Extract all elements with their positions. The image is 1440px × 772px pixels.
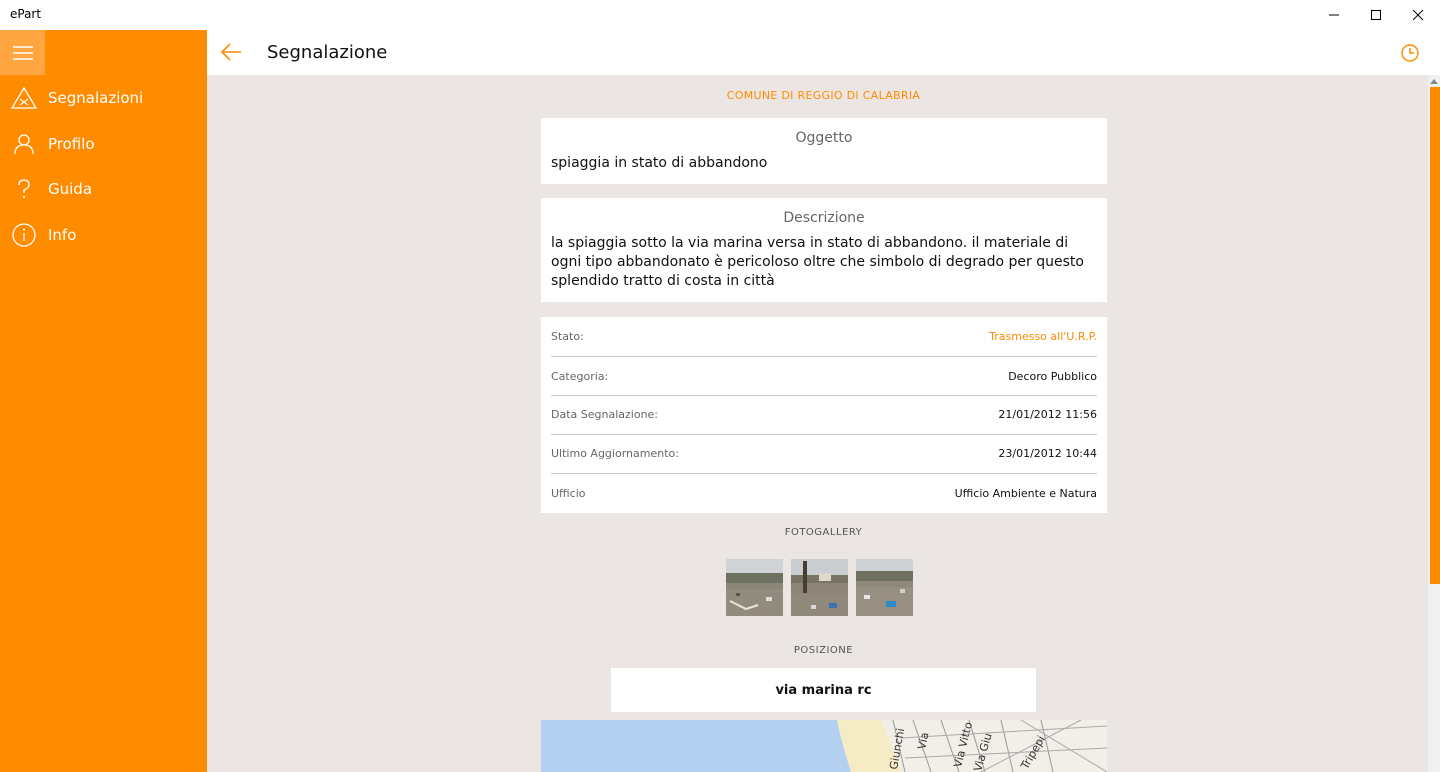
detail-value: 21/01/2012 11:56: [998, 408, 1097, 421]
app-title: ePart: [10, 7, 42, 21]
minimize-icon: [1329, 14, 1339, 16]
hamburger-icon: [12, 45, 33, 60]
subject-text: spiaggia in stato di abbandono: [551, 155, 768, 171]
minimize-button[interactable]: [1312, 0, 1356, 30]
warning-icon: [0, 76, 48, 120]
page-header: Segnalazione: [207, 30, 1440, 75]
sidebar-item-profilo[interactable]: Profilo: [0, 122, 207, 166]
detail-row-categoria: Categoria: Decoro Pubblico: [551, 357, 1097, 396]
subject-card: Oggetto spiaggia in stato di abbandono: [541, 118, 1107, 184]
maximize-button[interactable]: [1354, 0, 1398, 30]
municipality-label: COMUNE DI REGGIO DI CALABRIA: [726, 89, 921, 102]
location-map[interactable]: Giunchi Via Via Vitto Via Giu Tripepi: [541, 720, 1107, 772]
details-card: Stato: Trasmesso all'U.R.P. Categoria: D…: [541, 317, 1107, 513]
title-bar: ePart: [0, 0, 1440, 30]
description-card: Descrizione la spiaggia sotto la via mar…: [541, 198, 1107, 302]
detail-label: Categoria:: [551, 370, 609, 383]
history-button[interactable]: [1397, 40, 1423, 66]
description-text: la spiaggia sotto la via marina versa in…: [551, 235, 1084, 289]
gallery-photo-2[interactable]: [791, 559, 848, 616]
sidebar-item-label: Segnalazioni: [48, 89, 144, 107]
content-scrollbar[interactable]: [1428, 75, 1440, 772]
detail-label: Stato:: [551, 330, 584, 343]
hamburger-menu-button[interactable]: [0, 30, 45, 75]
detail-label: Data Segnalazione:: [551, 408, 659, 421]
gallery-label: FOTOGALLERY: [784, 527, 863, 538]
detail-value: Decoro Pubblico: [1008, 370, 1097, 383]
sidebar-item-guida[interactable]: Guida: [0, 167, 207, 211]
detail-value: Ufficio Ambiente e Natura: [954, 487, 1097, 500]
page-title: Segnalazione: [267, 42, 388, 63]
detail-row-ultimo-aggiornamento: Ultimo Aggiornamento: 23/01/2012 10:44: [551, 434, 1097, 473]
sidebar: Segnalazioni Profilo Guida Info: [0, 30, 207, 772]
person-icon: [0, 122, 48, 166]
back-button[interactable]: [215, 36, 247, 68]
position-label: POSIZIONE: [793, 645, 854, 656]
maximize-icon: [1371, 10, 1381, 20]
sidebar-item-label: Guida: [48, 180, 93, 198]
info-icon: [0, 213, 48, 257]
detail-value: 23/01/2012 10:44: [998, 447, 1097, 460]
address-box: via marina rc: [611, 668, 1036, 712]
detail-label: Ufficio: [551, 487, 586, 500]
sidebar-item-label: Profilo: [48, 135, 95, 153]
address-text: via marina rc: [775, 682, 872, 698]
scroll-thumb[interactable]: [1430, 87, 1440, 584]
close-button[interactable]: [1396, 0, 1440, 30]
gallery-photo-3[interactable]: [856, 559, 913, 616]
close-icon: [1412, 9, 1424, 21]
sidebar-item-segnalazioni[interactable]: Segnalazioni: [0, 76, 207, 120]
sidebar-item-info[interactable]: Info: [0, 213, 207, 257]
description-title: Descrizione: [783, 210, 865, 226]
detail-row-stato: Stato: Trasmesso all'U.R.P.: [551, 317, 1097, 356]
subject-title: Oggetto: [795, 130, 853, 146]
report-content: COMUNE DI REGGIO DI CALABRIA Oggetto spi…: [207, 75, 1428, 772]
back-arrow-icon: [220, 43, 241, 61]
status-value: Trasmesso all'U.R.P.: [989, 330, 1097, 343]
question-icon: [0, 167, 48, 211]
gallery-photo-1[interactable]: [726, 559, 783, 616]
detail-row-data-segnalazione: Data Segnalazione: 21/01/2012 11:56: [551, 395, 1097, 434]
clock-icon: [1401, 44, 1419, 62]
scroll-up-arrow-icon[interactable]: [1430, 79, 1438, 84]
sidebar-item-label: Info: [48, 226, 77, 244]
detail-label: Ultimo Aggiornamento:: [551, 447, 679, 460]
detail-row-ufficio: Ufficio Ufficio Ambiente e Natura: [551, 474, 1097, 513]
